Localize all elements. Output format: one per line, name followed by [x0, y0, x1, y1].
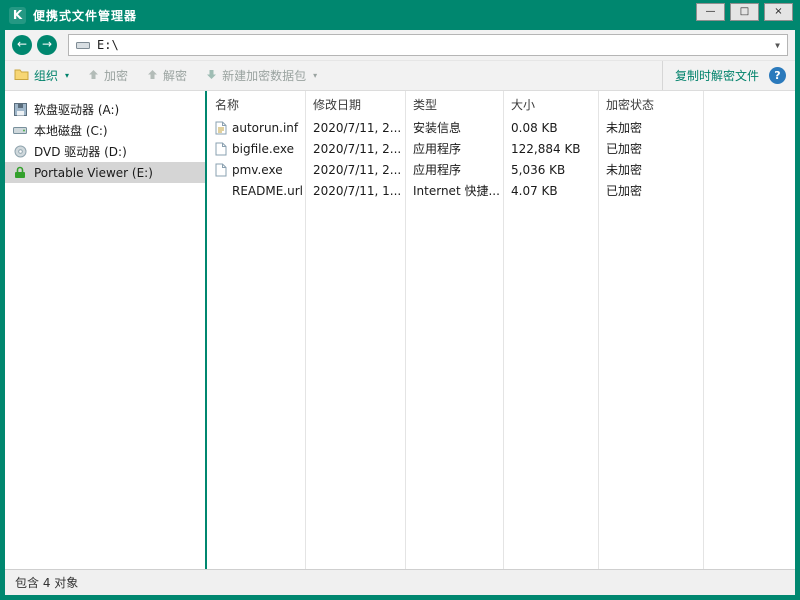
portable-file-manager-window: K 便携式文件管理器 — □ × ← → E:\ ▼ 组织: [0, 0, 800, 600]
sidebar-item-label: 本地磁盘 (C:): [34, 122, 108, 139]
sidebar-item-local-disk-c[interactable]: 本地磁盘 (C:): [5, 120, 205, 141]
minimize-button[interactable]: —: [696, 3, 725, 21]
folder-icon: [14, 68, 29, 83]
file-status: 已加密: [598, 182, 703, 199]
file-row[interactable]: bigfile.exe 2020/7/11, 2... 应用程序 122,884…: [207, 138, 795, 159]
file-date: 2020/7/11, 2...: [305, 142, 405, 156]
column-header-size[interactable]: 大小: [503, 96, 598, 113]
file-name: README.url: [232, 184, 303, 198]
sidebar-item-floppy-a[interactable]: 软盘驱动器 (A:): [5, 99, 205, 120]
floppy-drive-icon: [13, 103, 27, 116]
encrypt-button[interactable]: 加密: [88, 67, 128, 84]
title-bar: K 便携式文件管理器 — □ ×: [5, 0, 795, 30]
file-type: 安装信息: [405, 119, 503, 136]
file-status: 未加密: [598, 161, 703, 178]
organize-label: 组织: [34, 67, 58, 84]
column-divider[interactable]: [598, 91, 599, 569]
encrypt-icon: [88, 69, 99, 83]
drive-icon: [76, 40, 90, 50]
application-file-icon: [215, 142, 227, 156]
column-divider[interactable]: [405, 91, 406, 569]
file-status: 已加密: [598, 140, 703, 157]
sidebar-item-portable-viewer-e[interactable]: Portable Viewer (E:): [5, 162, 205, 183]
back-button[interactable]: ←: [12, 35, 32, 55]
column-header-status[interactable]: 加密状态: [598, 96, 703, 113]
file-row[interactable]: pmv.exe 2020/7/11, 2... 应用程序 5,036 KB 未加…: [207, 159, 795, 180]
address-dropdown-icon[interactable]: ▼: [775, 41, 780, 50]
navigation-bar: ← → E:\ ▼: [5, 30, 795, 60]
window-title: 便携式文件管理器: [33, 7, 137, 24]
window-controls: — □ ×: [696, 3, 793, 21]
column-header-type[interactable]: 类型: [405, 96, 503, 113]
address-bar[interactable]: E:\ ▼: [68, 34, 788, 56]
column-divider[interactable]: [305, 91, 306, 569]
content-area: 软盘驱动器 (A:) 本地磁盘 (C:) DVD 驱动器 (D:): [5, 91, 795, 569]
column-header-name[interactable]: 名称: [207, 96, 305, 113]
file-type: 应用程序: [405, 161, 503, 178]
decrypt-label: 解密: [163, 67, 187, 84]
sidebar-item-label: Portable Viewer (E:): [34, 166, 153, 180]
forward-button[interactable]: →: [37, 35, 57, 55]
kaspersky-logo-icon: K: [9, 7, 26, 24]
file-date: 2020/7/11, 2...: [305, 163, 405, 177]
chevron-down-icon: ▾: [313, 71, 317, 80]
chevron-down-icon: ▾: [65, 71, 69, 80]
column-divider[interactable]: [503, 91, 504, 569]
decrypt-button[interactable]: 解密: [147, 67, 187, 84]
organize-button[interactable]: 组织 ▾: [14, 67, 69, 84]
new-encrypted-package-button[interactable]: 新建加密数据包 ▾: [206, 67, 317, 84]
dvd-drive-icon: [13, 145, 27, 158]
hard-disk-icon: [13, 125, 27, 136]
application-file-icon: [215, 163, 227, 177]
help-icon[interactable]: ?: [769, 67, 786, 84]
file-name: pmv.exe: [232, 163, 283, 177]
window-body: ← → E:\ ▼ 组织 ▾ 加密: [5, 30, 795, 595]
drive-tree-sidebar: 软盘驱动器 (A:) 本地磁盘 (C:) DVD 驱动器 (D:): [5, 91, 205, 569]
encrypt-label: 加密: [104, 67, 128, 84]
file-size: 0.08 KB: [503, 121, 598, 135]
sidebar-item-label: 软盘驱动器 (A:): [34, 101, 119, 118]
column-divider[interactable]: [703, 91, 704, 569]
file-date: 2020/7/11, 1...: [305, 184, 405, 198]
file-size: 5,036 KB: [503, 163, 598, 177]
file-type: 应用程序: [405, 140, 503, 157]
decrypt-on-copy-label[interactable]: 复制时解密文件: [675, 67, 759, 84]
decrypt-icon: [147, 69, 158, 83]
setup-file-icon: [215, 121, 227, 135]
file-row[interactable]: autorun.inf 2020/7/11, 2... 安装信息 0.08 KB…: [207, 117, 795, 138]
file-list: 名称 修改日期 类型 大小 加密状态 autorun.inf 2020/7/11…: [205, 91, 795, 569]
file-list-header: 名称 修改日期 类型 大小 加密状态: [207, 91, 795, 117]
address-path: E:\: [97, 38, 119, 52]
sidebar-item-dvd-d[interactable]: DVD 驱动器 (D:): [5, 141, 205, 162]
toolbar: 组织 ▾ 加密 解密 新建加密数据包 ▾: [5, 60, 795, 91]
file-type: Internet 快捷...: [405, 182, 503, 199]
file-size: 4.07 KB: [503, 184, 598, 198]
lock-icon: [13, 166, 27, 179]
sidebar-item-label: DVD 驱动器 (D:): [34, 143, 127, 160]
new-package-icon: [206, 69, 217, 83]
close-button[interactable]: ×: [764, 3, 793, 21]
file-status: 未加密: [598, 119, 703, 136]
file-name: bigfile.exe: [232, 142, 294, 156]
file-row[interactable]: README.url 2020/7/11, 1... Internet 快捷..…: [207, 180, 795, 201]
status-bar: 包含 4 对象: [5, 569, 795, 595]
file-name: autorun.inf: [232, 121, 298, 135]
maximize-button[interactable]: □: [730, 3, 759, 21]
toolbar-right-group: 复制时解密文件 ?: [662, 61, 786, 90]
file-date: 2020/7/11, 2...: [305, 121, 405, 135]
column-header-date[interactable]: 修改日期: [305, 96, 405, 113]
file-size: 122,884 KB: [503, 142, 598, 156]
status-text: 包含 4 对象: [15, 574, 78, 591]
new-package-label: 新建加密数据包: [222, 67, 306, 84]
